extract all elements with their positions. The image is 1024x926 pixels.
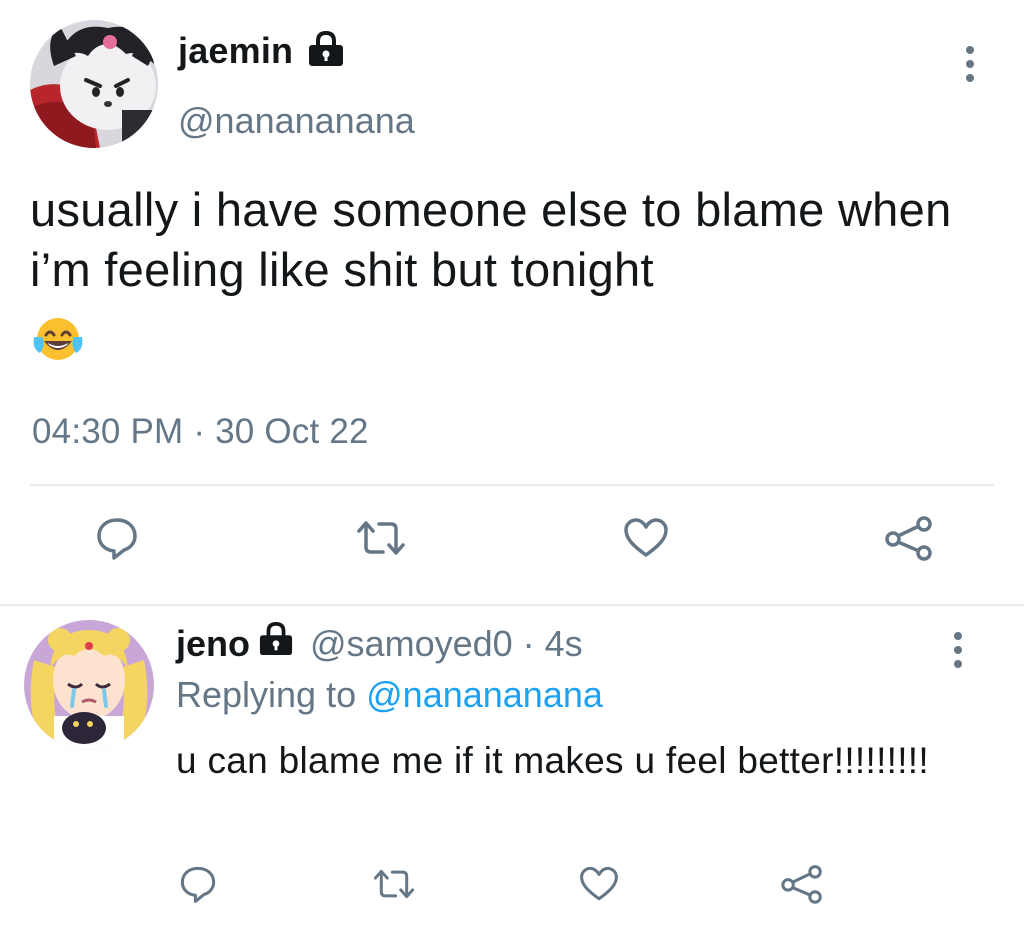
avatar[interactable] <box>30 20 158 148</box>
more-options-icon[interactable] <box>958 44 982 84</box>
tweet-timestamp[interactable]: 04:30 PM · 30 Oct 22 <box>32 412 369 452</box>
separator-dot: · <box>522 622 535 664</box>
laughing-crying-emoji <box>32 315 84 363</box>
replying-to-label: Replying to <box>176 674 357 715</box>
avatar-image <box>30 20 158 148</box>
avatar[interactable] <box>24 620 154 750</box>
reply-actions <box>0 864 1024 914</box>
lock-icon <box>258 621 294 665</box>
avatar-image <box>24 620 154 750</box>
lock-icon <box>307 30 345 72</box>
like-heart-icon[interactable] <box>622 515 670 566</box>
author-handle[interactable]: @nanananana <box>178 100 415 142</box>
divider <box>30 484 994 486</box>
retweet-icon[interactable] <box>372 864 416 909</box>
share-icon[interactable] <box>884 515 934 566</box>
reply-author-row: jeno @samoyed0 · 4s <box>176 621 583 665</box>
author-handle[interactable]: @samoyed0 <box>310 623 513 665</box>
main-tweet: jaemin @nanananana usually i have someon… <box>0 0 1024 604</box>
author-name[interactable]: jaemin <box>178 30 293 72</box>
retweet-icon[interactable] <box>355 515 407 566</box>
tweet-actions <box>0 515 1024 575</box>
reply-icon[interactable] <box>178 864 218 909</box>
more-options-icon[interactable] <box>946 630 970 670</box>
share-icon[interactable] <box>780 864 824 909</box>
author-row: jaemin <box>178 30 345 72</box>
replying-to-link[interactable]: @nanananana <box>366 674 603 715</box>
reply-tweet: jeno @samoyed0 · 4s Replying to @nananan… <box>0 606 1024 926</box>
reply-age[interactable]: 4s <box>545 623 583 665</box>
author-name[interactable]: jeno <box>176 623 250 665</box>
tweet-page: jaemin @nanananana usually i have someon… <box>0 0 1024 926</box>
tweet-text: usually i have someone else to blame whe… <box>30 183 952 296</box>
like-heart-icon[interactable] <box>578 864 620 909</box>
replying-to: Replying to @nanananana <box>176 674 603 716</box>
reply-text: u can blame me if it makes u feel better… <box>176 740 929 781</box>
reply-icon[interactable] <box>94 515 140 566</box>
